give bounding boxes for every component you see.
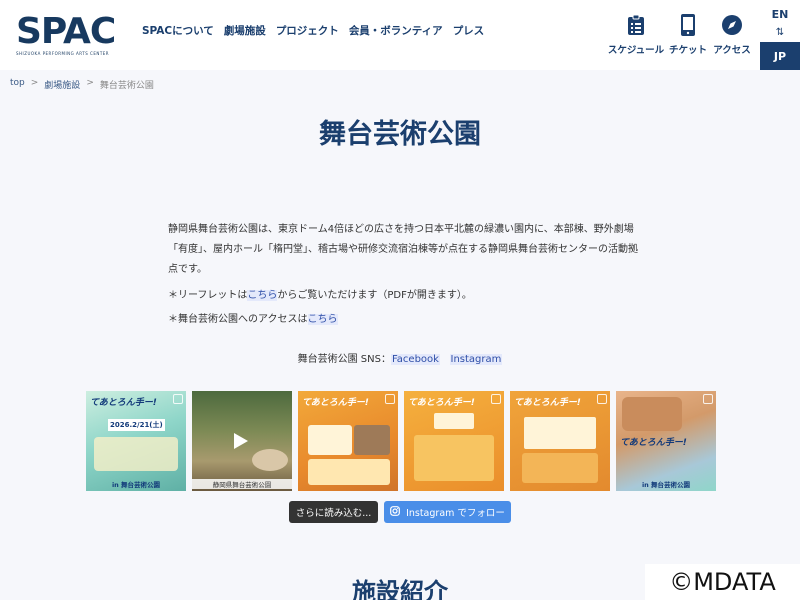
- nav-press[interactable]: プレス: [453, 23, 485, 38]
- instagram-post[interactable]: てあとろん手ー! in 舞台芸術公園: [616, 391, 716, 491]
- post-decoration: [354, 425, 390, 455]
- instagram-post[interactable]: てあとろん手ー!: [404, 391, 504, 491]
- instagram-post[interactable]: てあとろん手ー!: [298, 391, 398, 491]
- language-switcher: EN ⇅ JP: [760, 0, 800, 70]
- sns-links: 舞台芸術公園 SNS：Facebook Instagram: [0, 350, 800, 365]
- post-title: てあとろん手ー!: [302, 398, 369, 408]
- leaflet-link[interactable]: こちら: [247, 290, 278, 301]
- access-label: アクセス: [713, 45, 751, 56]
- post-decoration: [434, 413, 474, 429]
- breadcrumb: top > 劇場施設 > 舞台芸術公園: [10, 78, 154, 91]
- post-title: てあとろん手ー!: [514, 398, 581, 408]
- leaflet-note: ＊リーフレットはこちらからご覧いただけます（PDFが開きます）。: [168, 286, 472, 301]
- load-more-button[interactable]: さらに読み込む...: [289, 501, 378, 523]
- follow-label: Instagram でフォロー: [406, 508, 505, 519]
- post-title: てあとろん手ー!: [90, 398, 157, 408]
- access-note: ＊舞台芸術公園へのアクセスはこちら: [168, 310, 338, 325]
- play-icon: [234, 433, 248, 449]
- instagram-post[interactable]: 静岡県舞台芸術公園: [192, 391, 292, 491]
- schedule-icon: [625, 12, 647, 38]
- compass-icon: [721, 12, 743, 38]
- site-header: SPAC SHIZUOKA PERFORMING ARTS CENTER SPA…: [0, 0, 800, 70]
- post-decoration: [308, 459, 390, 485]
- instagram-link[interactable]: Instagram: [449, 354, 503, 365]
- intro-text: 静岡県舞台芸術公園は、東京ドーム4倍ほどの広さを持つ日本平北麓の緑濃い園内に、本…: [168, 224, 638, 275]
- page-title: 舞台芸術公園: [319, 119, 481, 150]
- breadcrumb-separator: >: [30, 78, 39, 88]
- lang-jp-button[interactable]: JP: [760, 42, 800, 70]
- access-note-prefix: ＊舞台芸術公園へのアクセスは: [168, 314, 308, 325]
- lang-en-button[interactable]: EN: [760, 8, 800, 21]
- main-nav: SPACについて 劇場施設 プロジェクト 会員・ボランティア プレス: [142, 23, 484, 38]
- post-decoration: [252, 449, 288, 471]
- carousel-icon: [703, 394, 713, 404]
- post-decoration: [94, 437, 178, 471]
- leaflet-note-prefix: ＊リーフレットは: [168, 290, 248, 301]
- spac-logo[interactable]: SPAC SHIZUOKA PERFORMING ARTS CENTER: [16, 11, 126, 57]
- post-decoration: [524, 417, 596, 449]
- watermark: ©MDATA: [645, 564, 800, 600]
- instagram-post[interactable]: てあとろん手ー!: [510, 391, 610, 491]
- post-decoration: [308, 425, 352, 455]
- swap-arrows-icon: ⇅: [775, 27, 785, 38]
- instagram-post[interactable]: てあとろん手ー! 2026.2/21(土) in 舞台芸術公園: [86, 391, 186, 491]
- post-decoration: [522, 453, 598, 483]
- post-footer: 静岡県舞台芸術公園: [192, 479, 292, 489]
- instagram-icon: [390, 505, 400, 519]
- facebook-link[interactable]: Facebook: [390, 354, 440, 365]
- access-link[interactable]: アクセス: [702, 12, 762, 56]
- post-decoration: [414, 435, 494, 481]
- leaflet-note-suffix: からご覧いただけます（PDFが開きます）。: [277, 290, 472, 301]
- breadcrumb-separator: >: [86, 78, 94, 88]
- schedule-link[interactable]: スケジュール: [606, 12, 666, 56]
- breadcrumb-current: 舞台芸術公園: [99, 81, 154, 91]
- nav-facilities[interactable]: 劇場施設: [224, 23, 266, 38]
- post-footer: in 舞台芸術公園: [111, 481, 161, 489]
- post-footer: in 舞台芸術公園: [641, 481, 691, 489]
- instagram-follow-button[interactable]: Instagram でフォロー: [384, 501, 511, 523]
- breadcrumb-home[interactable]: top: [10, 78, 25, 91]
- schedule-label: スケジュール: [607, 45, 665, 56]
- post-date: 2026.2/21(土): [108, 419, 165, 431]
- carousel-icon: [597, 394, 607, 404]
- carousel-icon: [385, 394, 395, 404]
- carousel-icon: [173, 394, 183, 404]
- access-page-link[interactable]: こちら: [307, 314, 338, 325]
- nav-about[interactable]: SPACについて: [142, 23, 214, 38]
- ticket-icon: [677, 12, 699, 38]
- logo-text: SPAC: [16, 11, 116, 52]
- instagram-feed: てあとろん手ー! 2026.2/21(土) in 舞台芸術公園 静岡県舞台芸術公…: [86, 391, 716, 491]
- carousel-icon: [491, 394, 501, 404]
- post-title: てあとろん手ー!: [408, 398, 475, 408]
- post-title: てあとろん手ー!: [620, 438, 687, 448]
- post-decoration: [622, 397, 682, 431]
- nav-members[interactable]: 会員・ボランティア: [349, 23, 443, 38]
- breadcrumb-parent[interactable]: 劇場施設: [44, 78, 80, 91]
- sns-label: 舞台芸術公園 SNS：: [297, 354, 391, 365]
- nav-projects[interactable]: プロジェクト: [276, 23, 339, 38]
